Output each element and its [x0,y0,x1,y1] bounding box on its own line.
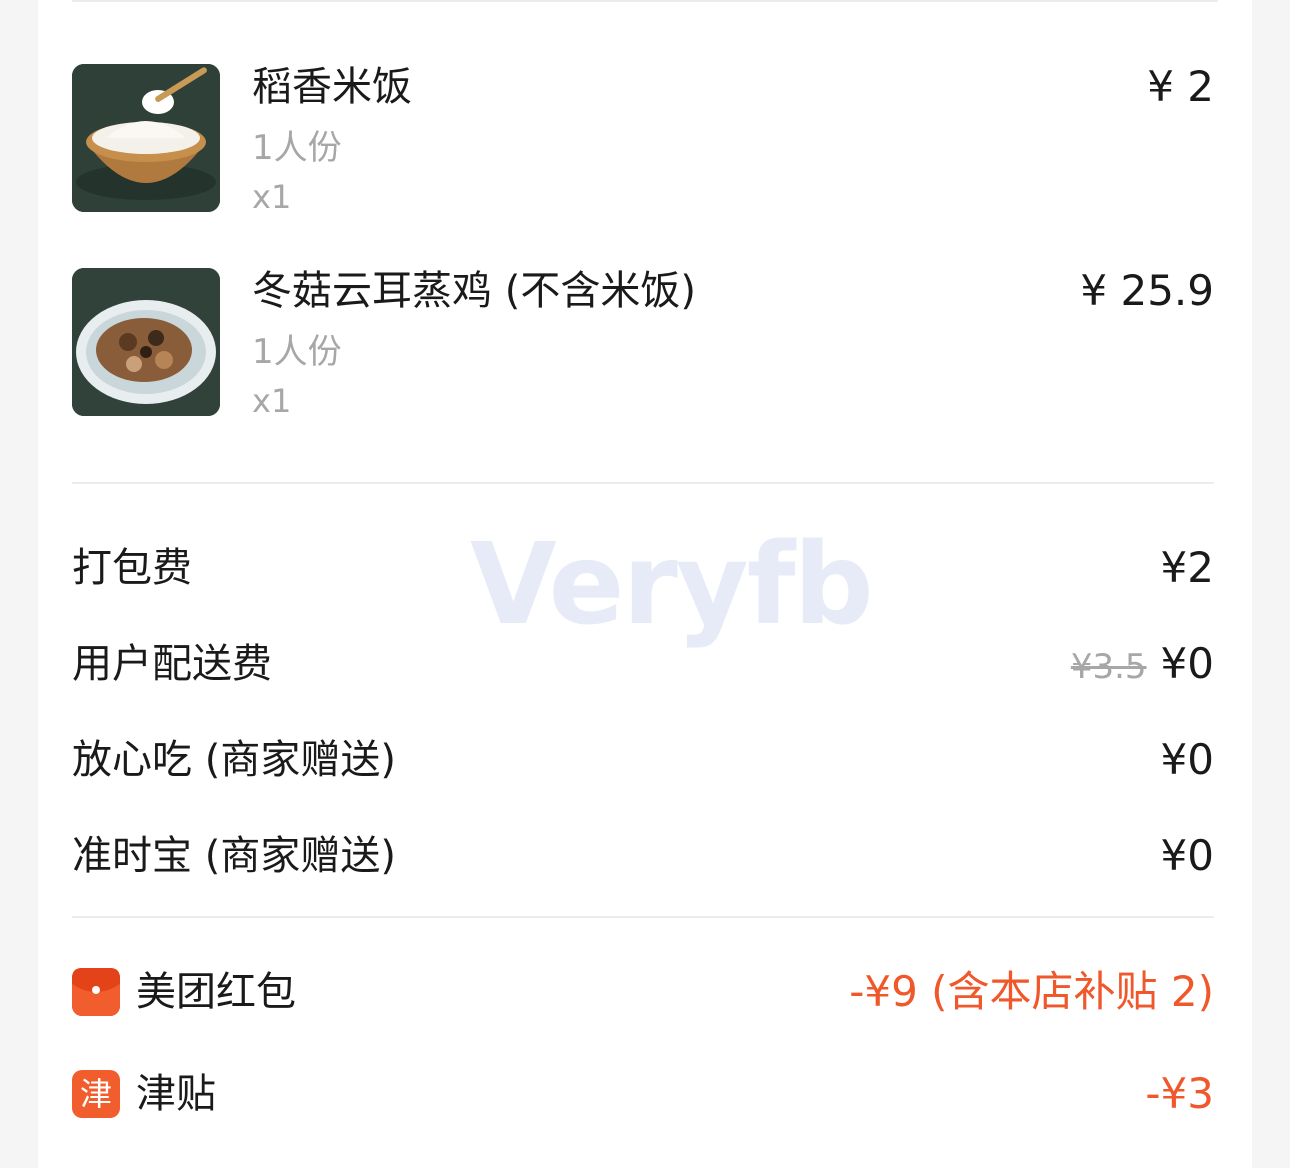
fee-label: 准时宝 (商家赠送) [72,833,396,879]
fee-row-packaging: 打包费 ¥2 [72,540,1214,596]
order-item[interactable]: 冬菇云耳蒸鸡 (不含米饭) 1人份 x1 ¥ 25.9 [72,268,1214,428]
item-price: ¥ 2 [1147,62,1214,111]
promo-value: -¥3 [1145,1069,1214,1118]
item-spec: 1人份 [252,332,342,372]
promo-label: 津贴 [136,1071,216,1117]
item-quantity: x1 [252,382,292,420]
section-divider [72,916,1214,918]
fee-row-delivery: 用户配送费 ¥3.5 ¥0 [72,636,1214,692]
item-name: 冬菇云耳蒸鸡 (不含米饭) [252,268,696,314]
promo-value: -¥9 (含本店补贴 2) [849,967,1214,1016]
order-detail-card: 稻香米饭 1人份 x1 ¥ 2 冬菇云耳蒸鸡 (不含米饭) 1人份 x1 ¥ 2… [38,0,1252,1168]
item-price: ¥ 25.9 [1080,266,1214,315]
fee-label: 打包费 [72,545,192,591]
fee-original-price: ¥3.5 [1070,647,1147,687]
fee-label: 放心吃 (商家赠送) [72,737,396,783]
promo-label: 美团红包 [136,969,296,1015]
fee-label: 用户配送费 [72,641,272,687]
promo-row-red-envelope[interactable]: 美团红包 -¥9 (含本店补贴 2) [72,964,1214,1020]
red-envelope-icon [72,968,120,1016]
item-quantity: x1 [252,178,292,216]
rice-bowl-image [72,64,220,212]
fee-value-group: ¥3.5 ¥0 [1071,636,1214,695]
order-item[interactable]: 稻香米饭 1人份 x1 ¥ 2 [72,64,1214,224]
fee-value: ¥0 [1160,831,1214,880]
item-name: 稻香米饭 [252,64,412,110]
allowance-icon: 津 [72,1070,120,1118]
fee-row-on-time: 准时宝 (商家赠送) ¥0 [72,828,1214,884]
steamed-chicken-image [72,268,220,416]
item-spec: 1人份 [252,128,342,168]
fee-value: ¥0 [1160,639,1214,688]
section-divider [72,482,1214,484]
fee-row-food-safety: 放心吃 (商家赠送) ¥0 [72,732,1214,788]
top-divider [72,0,1218,2]
fee-value: ¥2 [1160,543,1214,592]
fee-value: ¥0 [1160,735,1214,784]
promo-row-allowance[interactable]: 津 津贴 -¥3 [72,1066,1214,1122]
